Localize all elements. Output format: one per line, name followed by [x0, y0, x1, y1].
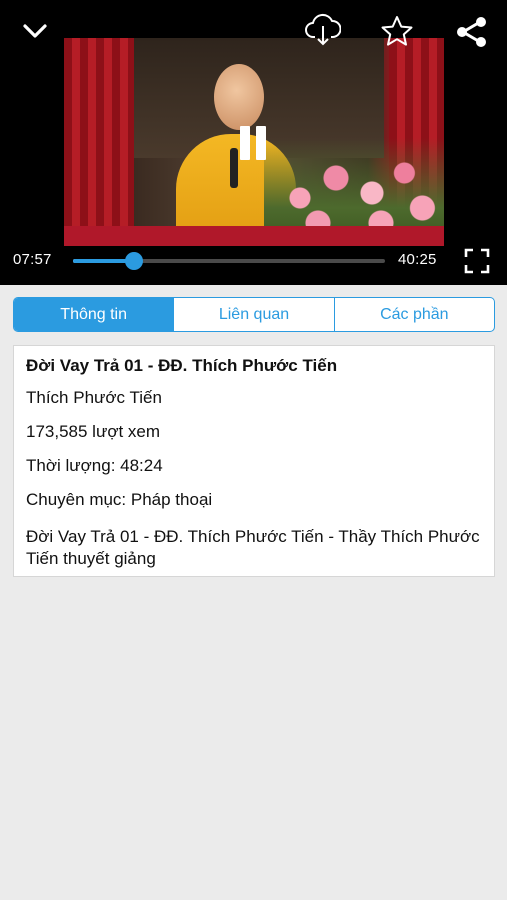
video-flowers [264, 138, 444, 238]
video-microphone [230, 148, 238, 188]
fullscreen-button[interactable] [462, 247, 492, 275]
favorite-button[interactable] [378, 13, 416, 49]
video-table [64, 226, 444, 246]
category-text: Chuyên mục: Pháp thoại [26, 490, 213, 509]
author-name: Thích Phước Tiến [26, 388, 162, 407]
current-time: 07:57 [13, 251, 52, 268]
collapse-button[interactable] [18, 16, 52, 46]
pause-icon[interactable] [238, 126, 268, 160]
duration-text: Thời lượng: 48:24 [26, 456, 163, 475]
fullscreen-icon [464, 248, 490, 274]
share-icon [457, 17, 486, 47]
seek-bar[interactable] [73, 252, 385, 270]
video-speaker-head [214, 64, 264, 130]
tab-parts[interactable]: Các phần [333, 298, 494, 331]
info-card: Đời Vay Trả 01 - ĐĐ. Thích Phước Tiến Th… [13, 345, 495, 577]
segmented-tabs: Thông tin Liên quan Các phần [13, 297, 495, 332]
tab-related[interactable]: Liên quan [173, 298, 333, 331]
download-button[interactable] [303, 12, 343, 48]
star-icon [381, 16, 413, 46]
chevron-down-icon [23, 24, 47, 38]
video-player[interactable]: 07:57 40:25 [0, 0, 507, 285]
total-time: 40:25 [398, 251, 437, 268]
video-description: Đời Vay Trả 01 - ĐĐ. Thích Phước Tiến - … [26, 527, 480, 568]
video-title: Đời Vay Trả 01 - ĐĐ. Thích Phước Tiến [26, 356, 338, 375]
cloud-download-icon [305, 13, 341, 46]
share-button[interactable] [452, 14, 490, 50]
tab-info[interactable]: Thông tin [14, 298, 174, 331]
video-curtain-left [64, 38, 134, 246]
seek-thumb[interactable] [125, 252, 144, 270]
view-count: 173,585 lượt xem [26, 422, 161, 441]
